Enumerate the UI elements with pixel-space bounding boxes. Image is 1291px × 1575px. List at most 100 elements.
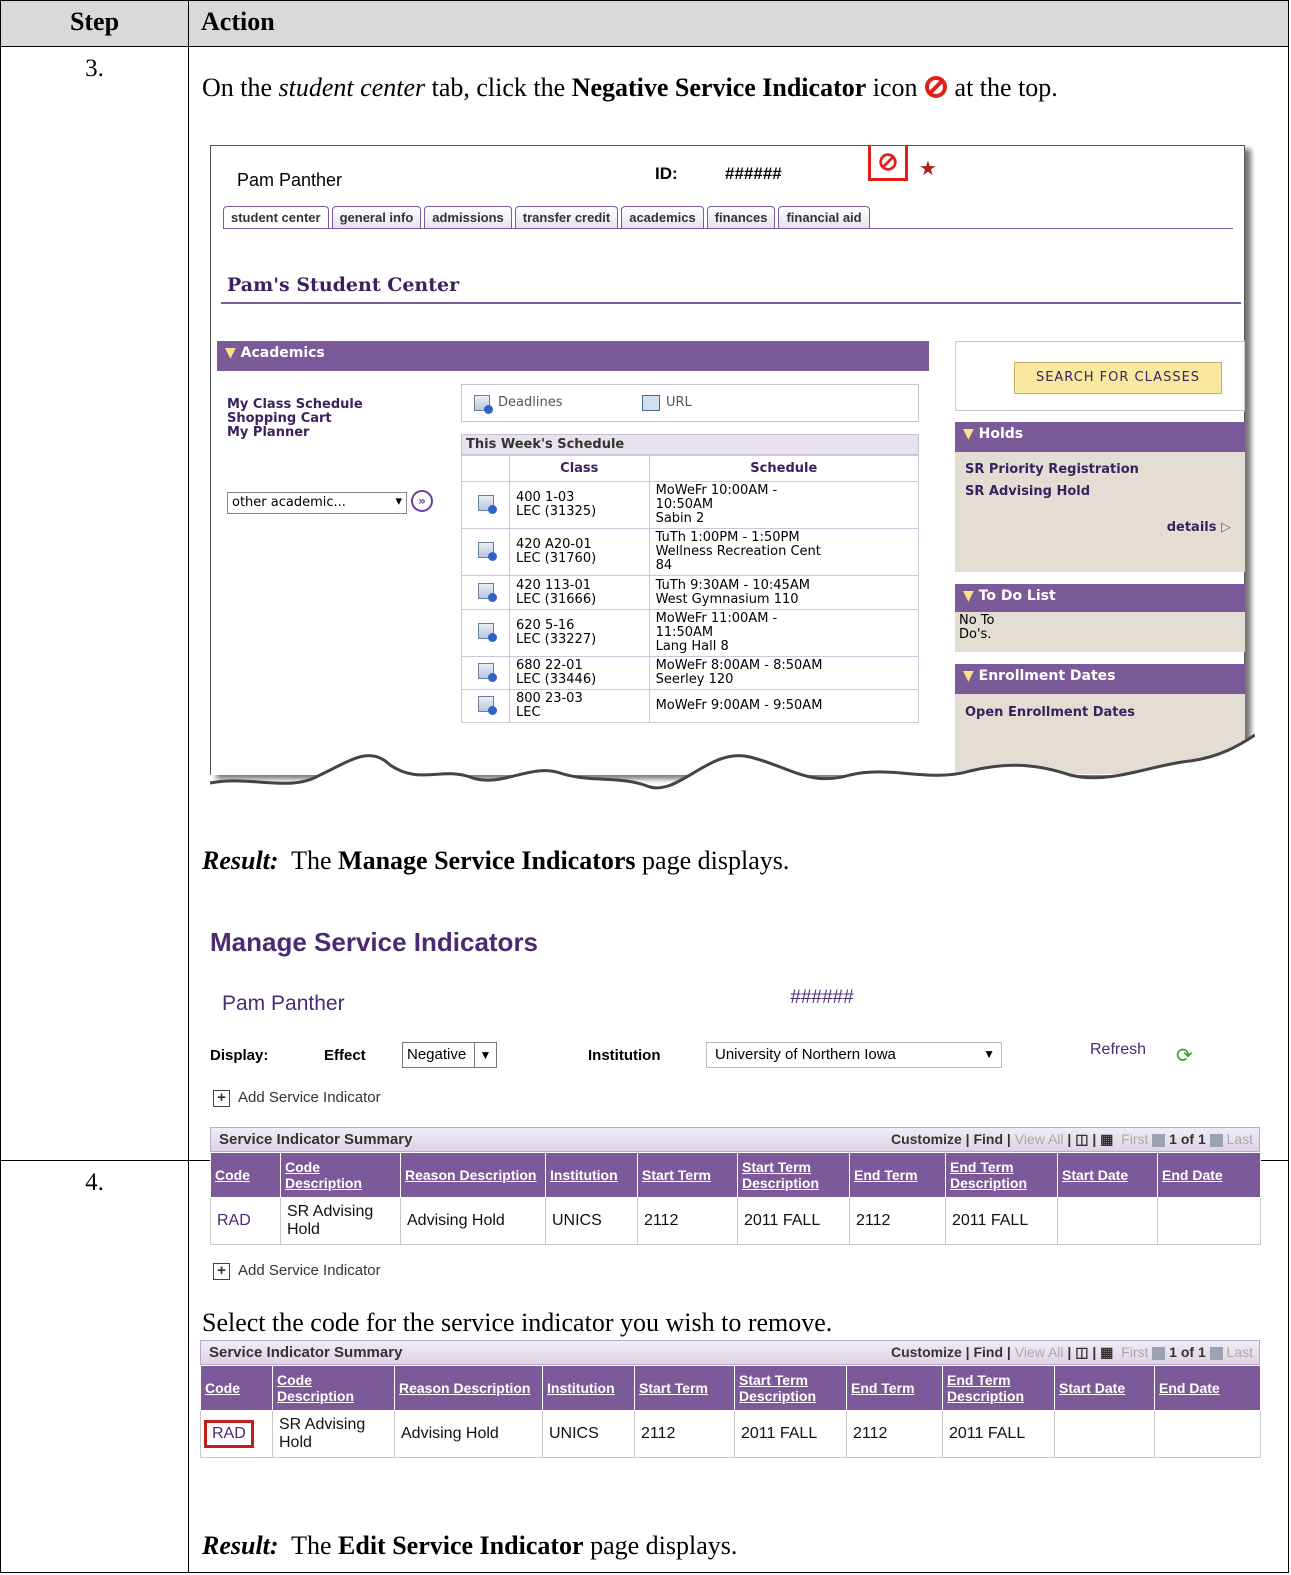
col-end-date[interactable]: End Date	[1154, 1365, 1261, 1411]
cell-start-term: 2112	[634, 1410, 735, 1458]
deadlines-link[interactable]: Deadlines	[498, 395, 562, 410]
col-end-date[interactable]: End Date	[1157, 1152, 1261, 1198]
summary-grid-title: Service Indicator Summary Customize | Fi…	[200, 1340, 1260, 1365]
download-icon[interactable]: ▦	[1100, 1344, 1113, 1360]
view-all-link: View All	[1014, 1131, 1064, 1147]
go-button[interactable]: »	[411, 490, 433, 512]
tab-academics[interactable]: academics	[621, 206, 704, 228]
col-start-term-description[interactable]: Start Term Description	[737, 1152, 850, 1198]
negative-service-indicator-icon	[925, 76, 948, 98]
summary-table: Code Code Description Reason Description…	[210, 1152, 1261, 1245]
details-link[interactable]: details ▷	[1167, 520, 1231, 535]
url-link[interactable]: URL	[666, 395, 692, 410]
cell-code[interactable]: RAD	[210, 1197, 281, 1245]
col-code-description[interactable]: Code Description	[272, 1365, 395, 1411]
zoom-icon[interactable]: ◫	[1075, 1131, 1088, 1147]
col-end-term[interactable]: End Term	[846, 1365, 943, 1411]
class-detail-icon[interactable]	[477, 582, 497, 602]
col-start-date[interactable]: Start Date	[1054, 1365, 1155, 1411]
add-service-indicator-bottom[interactable]: + Add Service Indicator	[213, 1262, 381, 1280]
class-detail-icon[interactable]	[477, 623, 497, 642]
plus-icon: +	[213, 1089, 230, 1107]
link-my-class-schedule[interactable]: My Class Schedule	[227, 398, 363, 412]
col-end-term-description[interactable]: End Term Description	[942, 1365, 1055, 1411]
zoom-icon[interactable]: ◫	[1075, 1344, 1088, 1360]
arrow-right-icon: ▷	[1221, 520, 1231, 535]
class-detail-icon[interactable]	[477, 495, 497, 514]
col-reason-description[interactable]: Reason Description	[400, 1152, 546, 1198]
find-link[interactable]: Find	[973, 1344, 1003, 1360]
row-count: 1 of 1	[1169, 1131, 1206, 1147]
next-arrow-icon	[1209, 1346, 1223, 1360]
tab-bar: student center general info admissions tran…	[223, 206, 1233, 229]
customize-link[interactable]: Customize	[891, 1131, 962, 1147]
col-class: Class	[509, 455, 650, 482]
last-link: Last	[1226, 1344, 1253, 1360]
refresh-icon[interactable]: ⟳	[1176, 1043, 1193, 1068]
negative-indicator-highlight[interactable]	[868, 145, 908, 181]
schedule-title: This Week's Schedule	[461, 434, 919, 455]
step-3-result: Result: The Manage Service Indicators pa…	[202, 846, 790, 875]
summary-grid-step4: Service Indicator Summary Customize | Fi…	[200, 1340, 1261, 1458]
add-service-indicator-top[interactable]: + Add Service Indicator	[213, 1089, 381, 1107]
tab-transfer-credit[interactable]: transfer credit	[514, 206, 619, 228]
collapse-triangle-icon: ▼	[963, 588, 979, 604]
download-icon[interactable]: ▦	[1100, 1131, 1113, 1147]
id-value: ######	[725, 164, 782, 183]
customize-link[interactable]: Customize	[891, 1344, 962, 1360]
manage-service-indicators-screenshot: Manage Service Indicators Pam Panther ##…	[210, 915, 1270, 1160]
col-code-description[interactable]: Code Description	[280, 1152, 401, 1198]
tab-finances[interactable]: finances	[706, 206, 776, 228]
schedule-table: Class Schedule 400 1-03 LEC (31325) MoWeF…	[461, 455, 920, 723]
manage-title: Manage Service Indicators	[210, 927, 539, 957]
cell-end-term: 2112	[846, 1410, 943, 1458]
summary-header-row: Code Code Description Reason Description…	[210, 1152, 1261, 1198]
link-my-planner[interactable]: My Planner	[227, 426, 363, 440]
summary-grid-title: Service Indicator Summary Customize | Fi…	[210, 1127, 1260, 1152]
cell-institution: UNICS	[545, 1197, 638, 1245]
cell-start-date	[1057, 1197, 1158, 1245]
col-reason-description[interactable]: Reason Description	[394, 1365, 543, 1411]
cell-reason-description: Advising Hold	[400, 1197, 546, 1245]
tab-general-info[interactable]: general info	[331, 206, 422, 228]
schedule-class-cell: 420 113-01 LEC (31666)	[509, 575, 650, 610]
col-code[interactable]: Code	[210, 1152, 281, 1198]
col-end-term-description[interactable]: End Term Description	[945, 1152, 1058, 1198]
negative-service-indicator-icon[interactable]	[877, 151, 899, 173]
step-4-instruction: Select the code for the service indicato…	[202, 1308, 833, 1337]
col-start-term[interactable]: Start Term	[634, 1365, 735, 1411]
academic-links: My Class Schedule Shopping Cart My Plann…	[227, 398, 363, 440]
effect-select[interactable]: Negative ▼	[402, 1042, 497, 1068]
refresh-link[interactable]: Refresh	[1090, 1041, 1146, 1059]
class-detail-icon[interactable]	[477, 663, 497, 682]
holds-box: SR Priority Registration SR Advising Hol…	[955, 452, 1245, 572]
col-code[interactable]: Code	[200, 1365, 273, 1411]
col-start-date[interactable]: Start Date	[1057, 1152, 1158, 1198]
find-link[interactable]: Find	[973, 1131, 1003, 1147]
schedule-class-cell: 420 A20-01 LEC (31760)	[509, 528, 650, 576]
step-4-result: Result: The Edit Service Indicator page …	[202, 1531, 738, 1560]
other-academic-select[interactable]: other academic... ▾	[227, 492, 407, 514]
class-detail-icon[interactable]	[477, 542, 497, 561]
code-highlight-box[interactable]: RAD	[204, 1420, 254, 1448]
tab-financial-aid[interactable]: financial aid	[778, 206, 870, 228]
tab-admissions[interactable]: admissions	[424, 206, 512, 228]
chevron-down-icon: ▼	[983, 1047, 995, 1061]
holds-header: ▼ Holds	[955, 422, 1245, 452]
cell-code-highlighted[interactable]: RAD	[200, 1410, 273, 1458]
url-icon	[642, 395, 660, 411]
col-institution[interactable]: Institution	[545, 1152, 638, 1198]
col-institution[interactable]: Institution	[542, 1365, 635, 1411]
col-start-term[interactable]: Start Term	[637, 1152, 738, 1198]
prev-arrow-icon	[1152, 1133, 1166, 1147]
schedule-row: 680 22-01 LEC (33446) MoWeFr 8:00AM - 8:5…	[461, 656, 920, 690]
col-end-term[interactable]: End Term	[849, 1152, 946, 1198]
link-shopping-cart[interactable]: Shopping Cart	[227, 412, 363, 426]
tab-student-center[interactable]: student center	[223, 206, 329, 228]
search-for-classes-button[interactable]: SEARCH FOR CLASSES	[1014, 362, 1222, 394]
schedule-time-cell: TuTh 9:30AM - 10:45AM West Gymnasium 110	[648, 575, 920, 610]
cell-end-term-description: 2011 FALL	[945, 1197, 1058, 1245]
chevron-down-icon: ▼	[474, 1043, 496, 1067]
col-start-term-description[interactable]: Start Term Description	[734, 1365, 847, 1411]
institution-select[interactable]: University of Northern Iowa ▼	[706, 1042, 1002, 1068]
